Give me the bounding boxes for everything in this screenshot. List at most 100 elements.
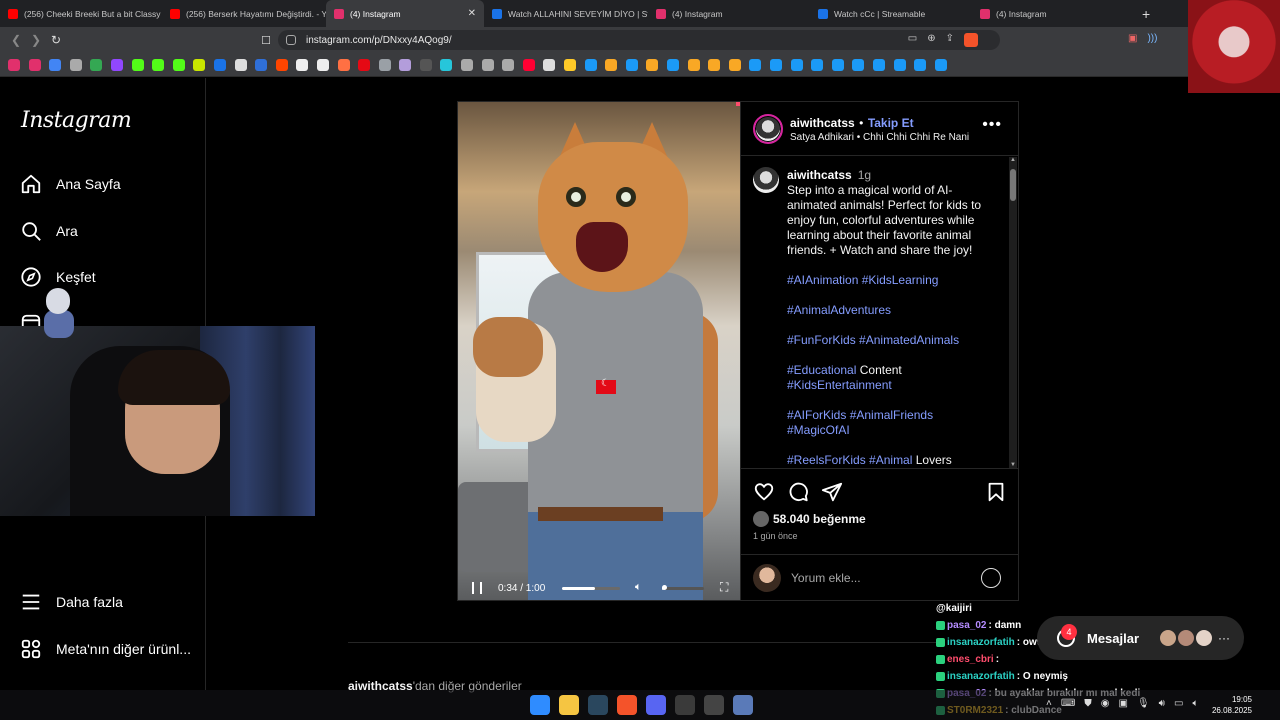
sidebar-item-home[interactable]: Ana Sayfa: [20, 173, 121, 195]
cast-icon[interactable]: ▭: [908, 33, 917, 47]
reload-button[interactable]: ↻: [46, 33, 66, 47]
bookmark-icon[interactable]: [90, 58, 103, 71]
tray-volume-icon[interactable]: 🔊︎: [1159, 698, 1165, 709]
browser-tab[interactable]: (4) Instagram: [972, 0, 1130, 27]
forward-button[interactable]: ❯: [26, 33, 46, 47]
tray-mic-icon[interactable]: 🎙︎: [1137, 698, 1150, 709]
follow-button[interactable]: Takip Et: [868, 116, 914, 130]
bookmark-icon[interactable]: [481, 58, 494, 71]
sidebar-item-more[interactable]: Daha fazla: [20, 591, 123, 613]
extension-icon[interactable]: ▣: [1128, 33, 1137, 44]
bookmark-icon[interactable]: [440, 58, 453, 71]
bookmark-icon[interactable]: [708, 58, 721, 71]
volume-slider[interactable]: [662, 585, 704, 590]
hashtag-link[interactable]: #FunForKids: [787, 333, 856, 347]
bookmark-icon[interactable]: [769, 58, 782, 71]
taskbar-clock[interactable]: 19:05 26.08.2025: [1210, 694, 1252, 716]
more-options-icon[interactable]: •••: [982, 116, 1002, 134]
browser-tab[interactable]: (4) Instagram: [648, 0, 810, 27]
bookmark-icon[interactable]: [564, 58, 577, 71]
bookmark-icon[interactable]: [914, 58, 927, 71]
pause-button[interactable]: [472, 582, 482, 594]
author-avatar[interactable]: [753, 114, 783, 144]
hashtag-link[interactable]: #Animal: [869, 453, 912, 467]
share-paper-plane-icon[interactable]: [821, 481, 843, 503]
hashtag-link[interactable]: #AnimalFriends: [850, 408, 933, 422]
bookmark-icon[interactable]: [213, 58, 226, 71]
bookmark-icon[interactable]: [605, 58, 618, 71]
tab-close-icon[interactable]: ✕: [468, 8, 476, 19]
hashtag-link[interactable]: #AnimalAdventures: [787, 303, 891, 317]
chat-username[interactable]: insanazorfatih: [947, 634, 1015, 651]
author-username[interactable]: aiwithcatss: [790, 116, 855, 130]
site-info-icon[interactable]: [286, 35, 296, 45]
caption-scrollbar[interactable]: ▲ ▼: [1009, 157, 1017, 468]
bookmark-icon[interactable]: [893, 58, 906, 71]
sidebar-item-search[interactable]: Ara: [20, 220, 78, 242]
bookmark-icon[interactable]: [522, 58, 535, 71]
scroll-thumb[interactable]: [1010, 169, 1016, 201]
bookmark-icon[interactable]: [872, 58, 885, 71]
taskbar-app-icon[interactable]: [646, 695, 666, 715]
taskbar-app-icon[interactable]: [675, 695, 695, 715]
post-video[interactable]: 0:34 / 1:00 🔈︎ ⛶: [458, 102, 740, 600]
share-icon[interactable]: ⇪: [946, 33, 954, 47]
post-time[interactable]: 1 gün önce: [753, 531, 798, 541]
tray-steam-icon[interactable]: ◉: [1101, 698, 1110, 709]
bookmark-icon[interactable]: [461, 58, 474, 71]
like-heart-icon[interactable]: [753, 481, 775, 503]
bookmark-icon[interactable]: [584, 58, 597, 71]
scroll-up-arrow[interactable]: ▲: [1009, 157, 1017, 163]
bookmark-icon[interactable]: [110, 58, 123, 71]
bookmark-icon[interactable]: [852, 58, 865, 71]
browser-tab[interactable]: Watch cCc | Streamable: [810, 0, 972, 27]
emoji-icon[interactable]: [981, 568, 1001, 588]
bookmark-icon[interactable]: [296, 58, 309, 71]
taskbar-app-icon[interactable]: [617, 695, 637, 715]
bookmark-icon[interactable]: [646, 58, 659, 71]
bookmark-icon[interactable]: [728, 58, 741, 71]
tray-chevron-icon[interactable]: ˄: [1046, 698, 1052, 709]
taskbar-app-icon[interactable]: [704, 695, 724, 715]
bookmark-icon[interactable]: [790, 58, 803, 71]
instagram-logo[interactable]: Instagram: [21, 108, 132, 133]
video-progress-bar[interactable]: [562, 587, 620, 590]
bookmark-icon[interactable]: [502, 58, 515, 71]
browser-tab[interactable]: (256) Berserk Hayatımı Değiştirdi. - Y: [162, 0, 326, 27]
bookmark-icon[interactable]: [69, 58, 82, 71]
tray-network-icon[interactable]: ▭: [1174, 698, 1183, 709]
bookmark-icon[interactable]: [687, 58, 700, 71]
bookmark-icon[interactable]: [419, 58, 432, 71]
chat-username[interactable]: enes_cbri: [947, 651, 994, 668]
bookmark-icon[interactable]: [193, 58, 206, 71]
bookmark-icon[interactable]: [172, 58, 185, 71]
bookmark-icon[interactable]: [831, 58, 844, 71]
browser-tab[interactable]: Watch ALLAHINI SEVEYİM DİYO | St: [484, 0, 648, 27]
caption-username[interactable]: aiwithcatss: [787, 168, 852, 182]
hashtag-link[interactable]: #AnimatedAnimals: [859, 333, 959, 347]
bookmark-icon[interactable]: [749, 58, 762, 71]
hashtag-link[interactable]: #MagicOfAI: [787, 423, 850, 437]
tray-sound-icon[interactable]: 🔈︎: [1192, 698, 1198, 709]
bookmark-icon[interactable]: [131, 58, 144, 71]
hashtag-link[interactable]: #Educational: [787, 363, 856, 377]
volume-knob[interactable]: [662, 585, 668, 590]
bookmark-icon[interactable]: [152, 58, 165, 71]
chat-username[interactable]: pasa_02: [947, 617, 986, 634]
hashtag-link[interactable]: #KidsLearning: [862, 273, 939, 287]
hashtag-link[interactable]: #KidsEntertainment: [787, 378, 892, 392]
bookmark-icon[interactable]: [543, 58, 556, 71]
bookmark-icon[interactable]: [811, 58, 824, 71]
zoom-icon[interactable]: ⊕: [927, 33, 935, 47]
save-bookmark-button[interactable]: [985, 481, 1007, 508]
bookmark-icon[interactable]: [337, 58, 350, 71]
bookmark-icon[interactable]: [28, 58, 41, 71]
chat-username[interactable]: insanazorfatih: [947, 668, 1015, 685]
back-button[interactable]: ❮: [6, 33, 26, 47]
bookmark-icon[interactable]: [316, 58, 329, 71]
wifi-extension-icon[interactable]: ))): [1147, 33, 1157, 44]
caption-author-avatar[interactable]: [753, 167, 779, 193]
hashtag-link[interactable]: #AIForKids: [787, 408, 846, 422]
new-tab-button[interactable]: +: [1142, 6, 1150, 22]
sidebar-item-meta-apps[interactable]: Meta'nın diğer ürünl...: [20, 638, 191, 660]
